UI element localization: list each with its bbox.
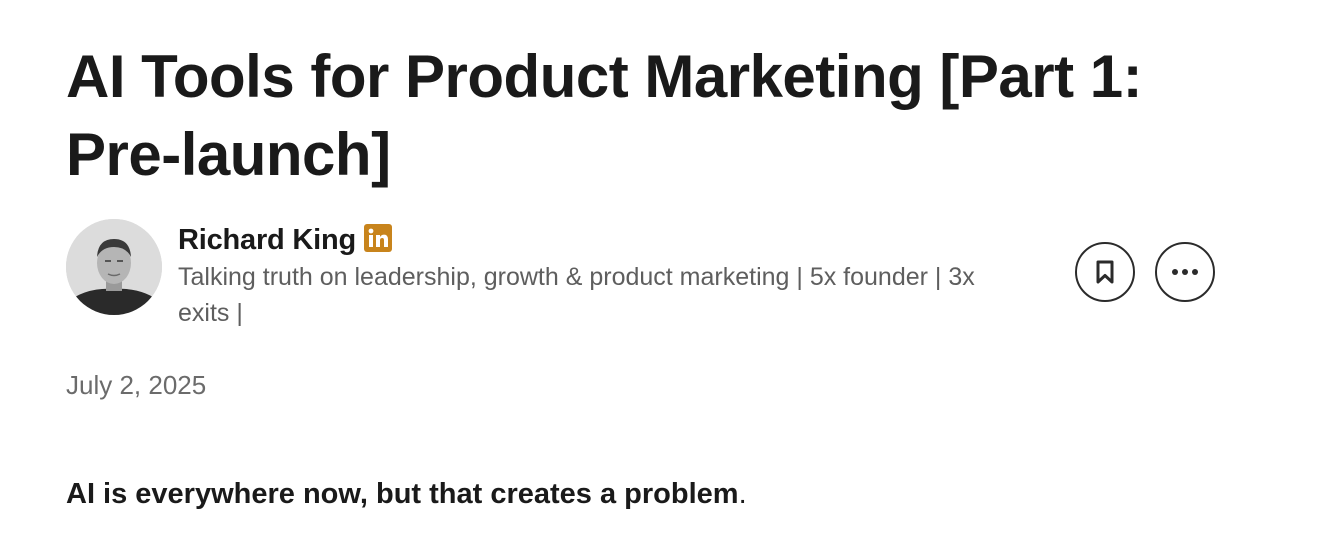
linkedin-icon — [364, 224, 393, 252]
lead-bold-text: AI is everywhere now, but that creates a… — [66, 478, 739, 510]
more-options-button[interactable] — [1155, 242, 1215, 302]
author-name[interactable]: Richard King — [178, 224, 356, 257]
avatar-photo — [66, 219, 162, 315]
article-title: AI Tools for Product Marketing [Part 1: … — [66, 43, 1143, 188]
save-article-button[interactable] — [1075, 242, 1135, 302]
publish-date: July 2, 2025 — [66, 370, 207, 400]
author-headline: Talking truth on leadership, growth & pr… — [178, 263, 975, 327]
author-avatar[interactable] — [66, 219, 162, 315]
more-horizontal-icon — [1172, 269, 1198, 275]
author-name-row: Richard King — [178, 221, 393, 259]
lead-tail-text: . — [738, 478, 747, 510]
bookmark-icon — [1096, 260, 1114, 284]
article-lead-paragraph: AI is everywhere now, but that creates a… — [66, 478, 747, 511]
